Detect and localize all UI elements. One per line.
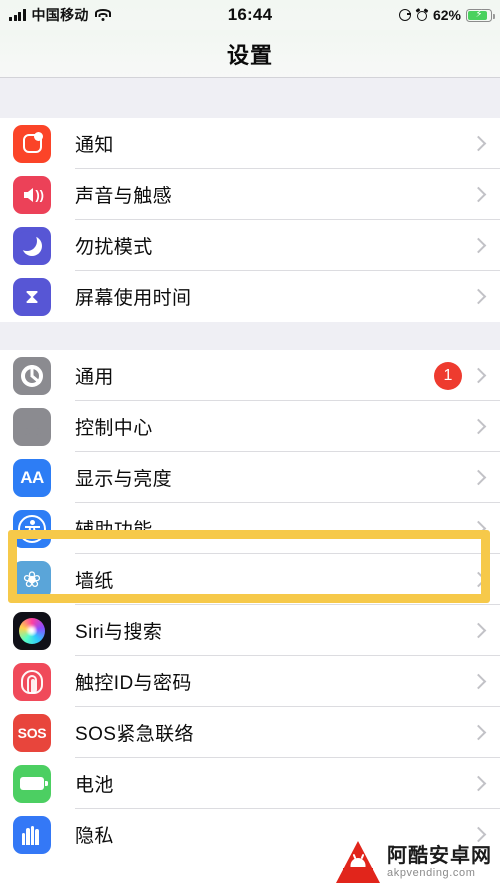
- battery-percent-label: 62%: [432, 7, 461, 23]
- status-badge: 1: [434, 361, 462, 390]
- row-accessory: [470, 186, 487, 203]
- row-accessory: [470, 571, 487, 588]
- chevron-right-icon: [470, 186, 487, 203]
- display-brightness-icon: AA: [13, 458, 51, 497]
- settings-row-label: 墙纸: [75, 571, 114, 592]
- page-title: 设置: [226, 42, 273, 68]
- chevron-right-icon: [470, 469, 487, 486]
- settings-row-wallpaper[interactable]: ❀ 墙纸: [0, 554, 500, 605]
- row-accessory: [470, 237, 487, 254]
- watermark-site-en: akpvending.com: [387, 867, 476, 879]
- row-accessory: 1: [434, 361, 487, 390]
- general-gear-icon: [13, 356, 51, 395]
- chevron-right-icon: [470, 418, 487, 435]
- row-accessory: [470, 826, 487, 843]
- settings-row-touch-id-passcode[interactable]: 触控ID与密码: [0, 656, 500, 707]
- row-accessory: [470, 520, 487, 537]
- settings-row-label: 声音与触感: [75, 186, 173, 207]
- siri-search-icon: [13, 611, 51, 650]
- do-not-disturb-icon: [13, 226, 51, 265]
- settings-row-label: SOS紧急联络: [75, 724, 194, 745]
- settings-row-do-not-disturb[interactable]: 勿扰模式: [0, 220, 500, 271]
- emergency-sos-icon: SOS: [13, 713, 51, 752]
- chevron-right-icon: [470, 367, 487, 384]
- chevron-right-icon: [470, 237, 487, 254]
- settings-row-control-center[interactable]: 控制中心: [0, 401, 500, 452]
- row-accessory: [470, 622, 487, 639]
- settings-group-2: 通用 1 控制中心 AA 显示与亮度 辅助功能 ❀ 墙纸 Siri与搜索 触控I…: [0, 350, 500, 860]
- settings-row-notifications[interactable]: 通知: [0, 118, 500, 169]
- status-bar-right: 62% ⚡: [398, 7, 495, 23]
- settings-row-label: 辅助功能: [75, 520, 153, 541]
- settings-row-label: 勿扰模式: [75, 237, 153, 258]
- chevron-right-icon: [470, 288, 487, 305]
- group-gap-middle: [0, 322, 500, 350]
- settings-row-label: 通用: [75, 367, 114, 388]
- settings-row-siri-search[interactable]: Siri与搜索: [0, 605, 500, 656]
- alarm-clock-icon: [415, 8, 429, 21]
- row-accessory: [470, 724, 487, 741]
- settings-row-battery[interactable]: 电池: [0, 758, 500, 809]
- settings-row-label: 触控ID与密码: [75, 673, 192, 694]
- control-center-icon: [13, 407, 51, 446]
- screen-time-icon: ⧗: [13, 277, 51, 316]
- privacy-icon: [13, 815, 51, 854]
- settings-group-1: 通知 )) 声音与触感 勿扰模式 ⧗ 屏幕使用时间: [0, 118, 500, 322]
- settings-row-sounds-haptics[interactable]: )) 声音与触感: [0, 169, 500, 220]
- touch-id-passcode-icon: [13, 662, 51, 701]
- row-accessory: [470, 673, 487, 690]
- row-accessory: [470, 135, 487, 152]
- watermark-text: 阿酷安卓网 akpvending.com: [387, 845, 492, 879]
- chevron-right-icon: [470, 826, 487, 843]
- watermark: 阿酷安卓网 akpvending.com: [336, 841, 492, 883]
- notifications-icon: [13, 124, 51, 163]
- status-bar: 中国移动 16:44 62% ⚡: [0, 0, 500, 30]
- navigation-bar: 设置: [0, 30, 500, 78]
- sounds-haptics-icon: )): [13, 175, 51, 214]
- chevron-right-icon: [470, 520, 487, 537]
- battery-icon: [13, 764, 51, 803]
- chevron-right-icon: [470, 622, 487, 639]
- settings-row-label: 屏幕使用时间: [75, 288, 192, 309]
- chevron-right-icon: [470, 135, 487, 152]
- settings-row-accessibility[interactable]: 辅助功能: [0, 503, 500, 554]
- accessibility-icon: [13, 509, 51, 548]
- settings-row-label: Siri与搜索: [75, 622, 163, 643]
- wallpaper-icon: ❀: [13, 560, 51, 599]
- group-gap-top: [0, 78, 500, 118]
- settings-row-screen-time[interactable]: ⧗ 屏幕使用时间: [0, 271, 500, 322]
- settings-row-emergency-sos[interactable]: SOS SOS紧急联络: [0, 707, 500, 758]
- settings-row-display-brightness[interactable]: AA 显示与亮度: [0, 452, 500, 503]
- settings-row-label: 通知: [75, 135, 114, 156]
- iphone-settings-screen: 中国移动 16:44 62% ⚡ 设置 通知)) 声音与触感 勿扰模式 ⧗ 屏…: [0, 0, 500, 889]
- rotation-lock-icon: [398, 9, 411, 21]
- android-a-logo: [336, 841, 380, 883]
- chevron-right-icon: [470, 724, 487, 741]
- battery-charging-icon: ⚡: [466, 8, 495, 22]
- chevron-right-icon: [470, 571, 487, 588]
- settings-row-label: 显示与亮度: [75, 469, 173, 490]
- row-accessory: [470, 469, 487, 486]
- row-accessory: [470, 418, 487, 435]
- settings-row-label: 隐私: [75, 826, 114, 847]
- chevron-right-icon: [470, 673, 487, 690]
- settings-row-general[interactable]: 通用 1: [0, 350, 500, 401]
- watermark-site-cn: 阿酷安卓网: [387, 845, 492, 867]
- row-accessory: [470, 775, 487, 792]
- settings-row-label: 控制中心: [75, 418, 153, 439]
- chevron-right-icon: [470, 775, 487, 792]
- row-accessory: [470, 288, 487, 305]
- settings-row-label: 电池: [75, 775, 114, 796]
